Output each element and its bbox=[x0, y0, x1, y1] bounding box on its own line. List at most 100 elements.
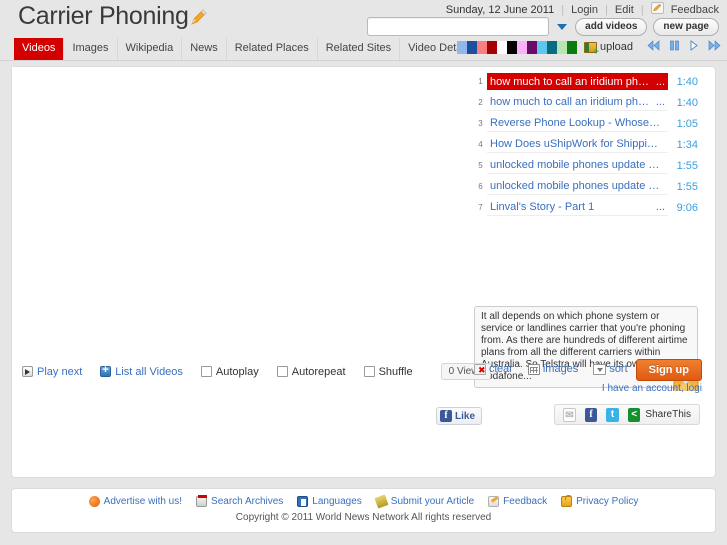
sort-button[interactable]: sort bbox=[593, 363, 628, 375]
color-swatch-5[interactable] bbox=[506, 40, 517, 54]
like-label: Like bbox=[455, 410, 476, 422]
color-swatch-2[interactable] bbox=[476, 40, 487, 54]
autorepeat-checkbox[interactable]: Autorepeat bbox=[276, 366, 346, 378]
playlist-item-number: 7 bbox=[478, 203, 483, 212]
color-swatch-9[interactable] bbox=[546, 40, 557, 54]
playlist-item-duration: 9:06 bbox=[676, 201, 698, 214]
images-label: images bbox=[542, 363, 579, 375]
rewind-icon[interactable] bbox=[647, 40, 660, 54]
playlist-item-title-wrap[interactable]: unlocked mobile phones update februa... bbox=[487, 178, 668, 195]
playlist-item[interactable]: 7 Linval's Story - Part 1... 9:06 bbox=[474, 199, 698, 216]
twitter-icon[interactable]: t bbox=[606, 407, 619, 422]
signup-button[interactable]: Sign up bbox=[635, 359, 702, 381]
playlist-item-number: 2 bbox=[478, 98, 483, 107]
facebook-icon[interactable]: f bbox=[584, 407, 598, 422]
playlist-item-duration: 1:34 bbox=[676, 138, 698, 151]
footer-link-languages[interactable]: Languages bbox=[297, 496, 362, 507]
shuffle-checkbox[interactable]: Shuffle bbox=[363, 365, 413, 378]
playlist-item[interactable]: 3 Reverse Phone Lookup - Whose Phone... 1:… bbox=[474, 115, 698, 132]
page-header: Carrier Phoning Sunday, 12 June 2011 | L… bbox=[0, 0, 727, 38]
play-icon[interactable] bbox=[689, 40, 699, 54]
playlist-item-number: 4 bbox=[478, 140, 483, 149]
playlist-item[interactable]: 1 how much to call an iridium phone... 1:4… bbox=[474, 73, 698, 90]
sort-label: sort bbox=[609, 363, 628, 375]
playlist-item-title: Linval's Story - Part 1 bbox=[490, 201, 595, 213]
pause-icon[interactable] bbox=[669, 40, 680, 54]
have-account-link[interactable]: I have an account, logi bbox=[602, 383, 702, 394]
play-next-icon bbox=[22, 366, 33, 377]
playlist-item-title-wrap[interactable]: how much to call an iridium phone... bbox=[487, 94, 668, 111]
color-swatch-10[interactable] bbox=[556, 40, 567, 54]
footer-link-label: Feedback bbox=[503, 496, 548, 507]
playlist-item[interactable]: 5 unlocked mobile phones update january..… bbox=[474, 157, 698, 174]
facebook-like-button[interactable]: f Like bbox=[436, 407, 483, 425]
playlist-item[interactable]: 2 how much to call an iridium phone... 1:4… bbox=[474, 94, 698, 111]
playlist-item-title-wrap[interactable]: how much to call an iridium phone... bbox=[487, 73, 668, 90]
video-player-stage[interactable] bbox=[12, 67, 470, 352]
video-playlist: 1 how much to call an iridium phone... 1:4… bbox=[474, 73, 698, 220]
tab-wikipedia[interactable]: Wikipedia bbox=[116, 38, 182, 60]
mail-icon[interactable]: ✉ bbox=[563, 407, 576, 422]
autoplay-checkbox[interactable]: Autoplay bbox=[200, 366, 259, 378]
images-button[interactable]: images bbox=[527, 363, 579, 375]
search-input[interactable] bbox=[367, 17, 550, 36]
playlist-item[interactable]: 6 unlocked mobile phones update februa...… bbox=[474, 178, 698, 195]
divider: | bbox=[605, 3, 608, 16]
footer-link-advertise-with-us[interactable]: Advertise with us! bbox=[88, 496, 182, 507]
header-controls: add videos new page bbox=[367, 17, 719, 36]
feedback-link[interactable]: Feedback bbox=[671, 4, 719, 16]
sort-chevron-icon bbox=[593, 363, 607, 375]
color-swatch-8[interactable] bbox=[536, 40, 547, 54]
list-all-videos-button[interactable]: List all Videos bbox=[100, 364, 183, 378]
shuffle-label: Shuffle bbox=[378, 365, 413, 378]
footer-link-search-archives[interactable]: Search Archives bbox=[196, 495, 283, 507]
color-swatch-1[interactable] bbox=[466, 40, 477, 54]
clear-button[interactable]: clear bbox=[474, 363, 513, 375]
add-videos-button[interactable]: add videos bbox=[575, 17, 648, 36]
playlist-item-number: 6 bbox=[478, 182, 483, 191]
playlist-item-title-wrap[interactable]: Reverse Phone Lookup - Whose Phone... bbox=[487, 115, 668, 132]
playlist-item[interactable]: 4 How Does uShipWork for Shipping Win... 1… bbox=[474, 136, 698, 153]
tab-list: Videos Images Wikipedia News Related Places R… bbox=[14, 38, 481, 60]
color-swatch-3[interactable] bbox=[486, 40, 497, 54]
playback-controls bbox=[647, 40, 721, 54]
footer-link-submit-your-article[interactable]: Submit your Article bbox=[374, 494, 474, 509]
chevron-down-icon[interactable] bbox=[557, 23, 568, 30]
play-next-button[interactable]: Play next bbox=[22, 366, 82, 378]
page-root: Carrier Phoning Sunday, 12 June 2011 | L… bbox=[0, 0, 727, 545]
playlist-item-title: how much to call an iridium phone bbox=[490, 75, 652, 88]
main-content-panel: 1 how much to call an iridium phone... 1:4… bbox=[11, 66, 716, 478]
playlist-item-number: 3 bbox=[478, 119, 483, 128]
playlist-item-title-wrap[interactable]: How Does uShipWork for Shipping Win... bbox=[487, 136, 668, 153]
tab-news[interactable]: News bbox=[181, 38, 226, 60]
new-page-button[interactable]: new page bbox=[653, 17, 719, 36]
feedback-pencil-icon[interactable] bbox=[650, 2, 664, 17]
playlist-item-title-wrap[interactable]: unlocked mobile phones update january... bbox=[487, 157, 668, 174]
tab-related-sites[interactable]: Related Sites bbox=[316, 38, 399, 60]
fast-forward-icon[interactable] bbox=[708, 40, 721, 54]
playlist-item-duration: 1:55 bbox=[676, 159, 698, 172]
color-swatch-7[interactable] bbox=[526, 40, 537, 54]
facebook-icon: f bbox=[440, 410, 452, 422]
edit-link[interactable]: Edit bbox=[615, 4, 634, 16]
color-swatch-6[interactable] bbox=[516, 40, 527, 54]
tab-related-places[interactable]: Related Places bbox=[225, 38, 317, 60]
color-swatch-4[interactable] bbox=[496, 40, 507, 54]
footer-link-privacy-policy[interactable]: Privacy Policy bbox=[561, 495, 639, 507]
footer-links: Advertise with us! Search Archives Languag… bbox=[12, 489, 715, 509]
clear-icon bbox=[474, 363, 486, 375]
footer-link-label: Privacy Policy bbox=[576, 496, 639, 507]
color-swatch-0[interactable] bbox=[456, 40, 467, 54]
sharethis-label[interactable]: ShareThis bbox=[645, 409, 691, 420]
login-link[interactable]: Login bbox=[571, 4, 598, 16]
upload-button[interactable]: upload bbox=[583, 41, 633, 56]
list-all-videos-label: List all Videos bbox=[115, 365, 183, 378]
color-swatch-11[interactable] bbox=[566, 40, 577, 54]
pencil-icon[interactable] bbox=[190, 4, 207, 33]
footer-link-feedback[interactable]: Feedback bbox=[488, 496, 547, 507]
tab-videos[interactable]: Videos bbox=[14, 38, 64, 60]
tab-images[interactable]: Images bbox=[63, 38, 116, 60]
sharethis-icon[interactable]: < bbox=[627, 407, 641, 422]
playlist-item-title: unlocked mobile phones update january... bbox=[490, 159, 661, 171]
playlist-item-title-wrap[interactable]: Linval's Story - Part 1... bbox=[487, 199, 668, 216]
